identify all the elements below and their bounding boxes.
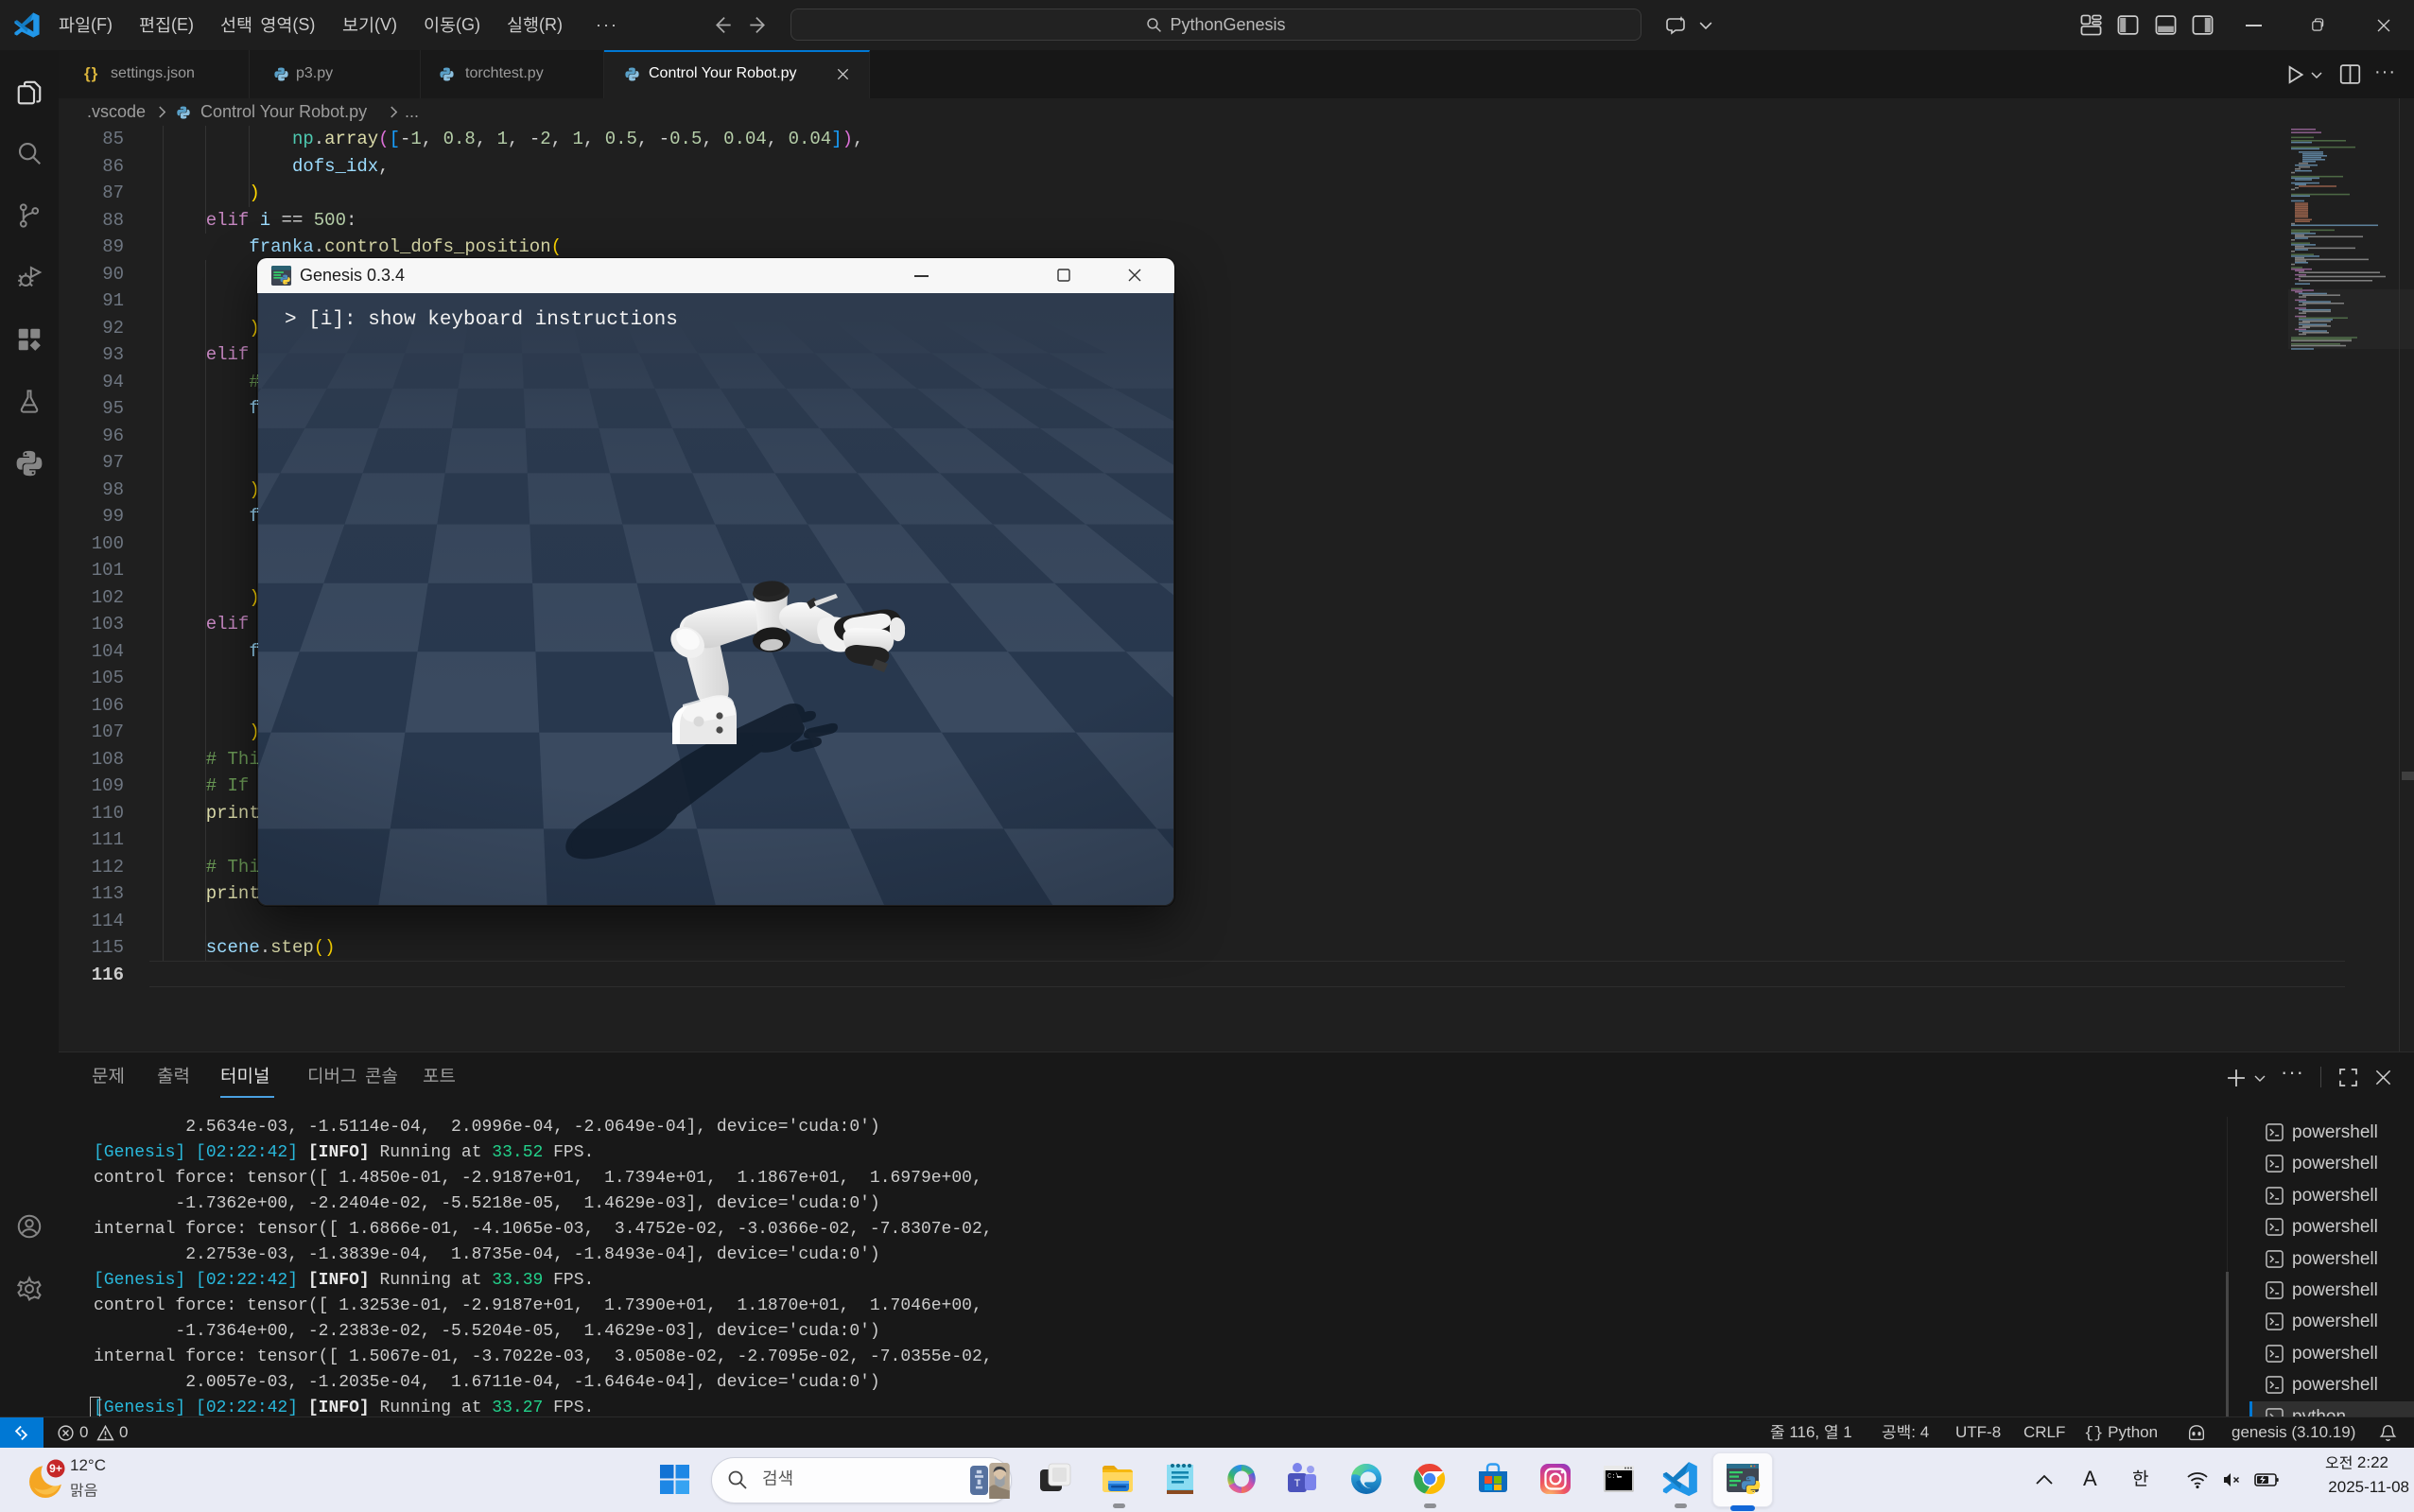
svg-text:T: T bbox=[1294, 1478, 1301, 1489]
svg-text:9+: 9+ bbox=[49, 1462, 62, 1475]
